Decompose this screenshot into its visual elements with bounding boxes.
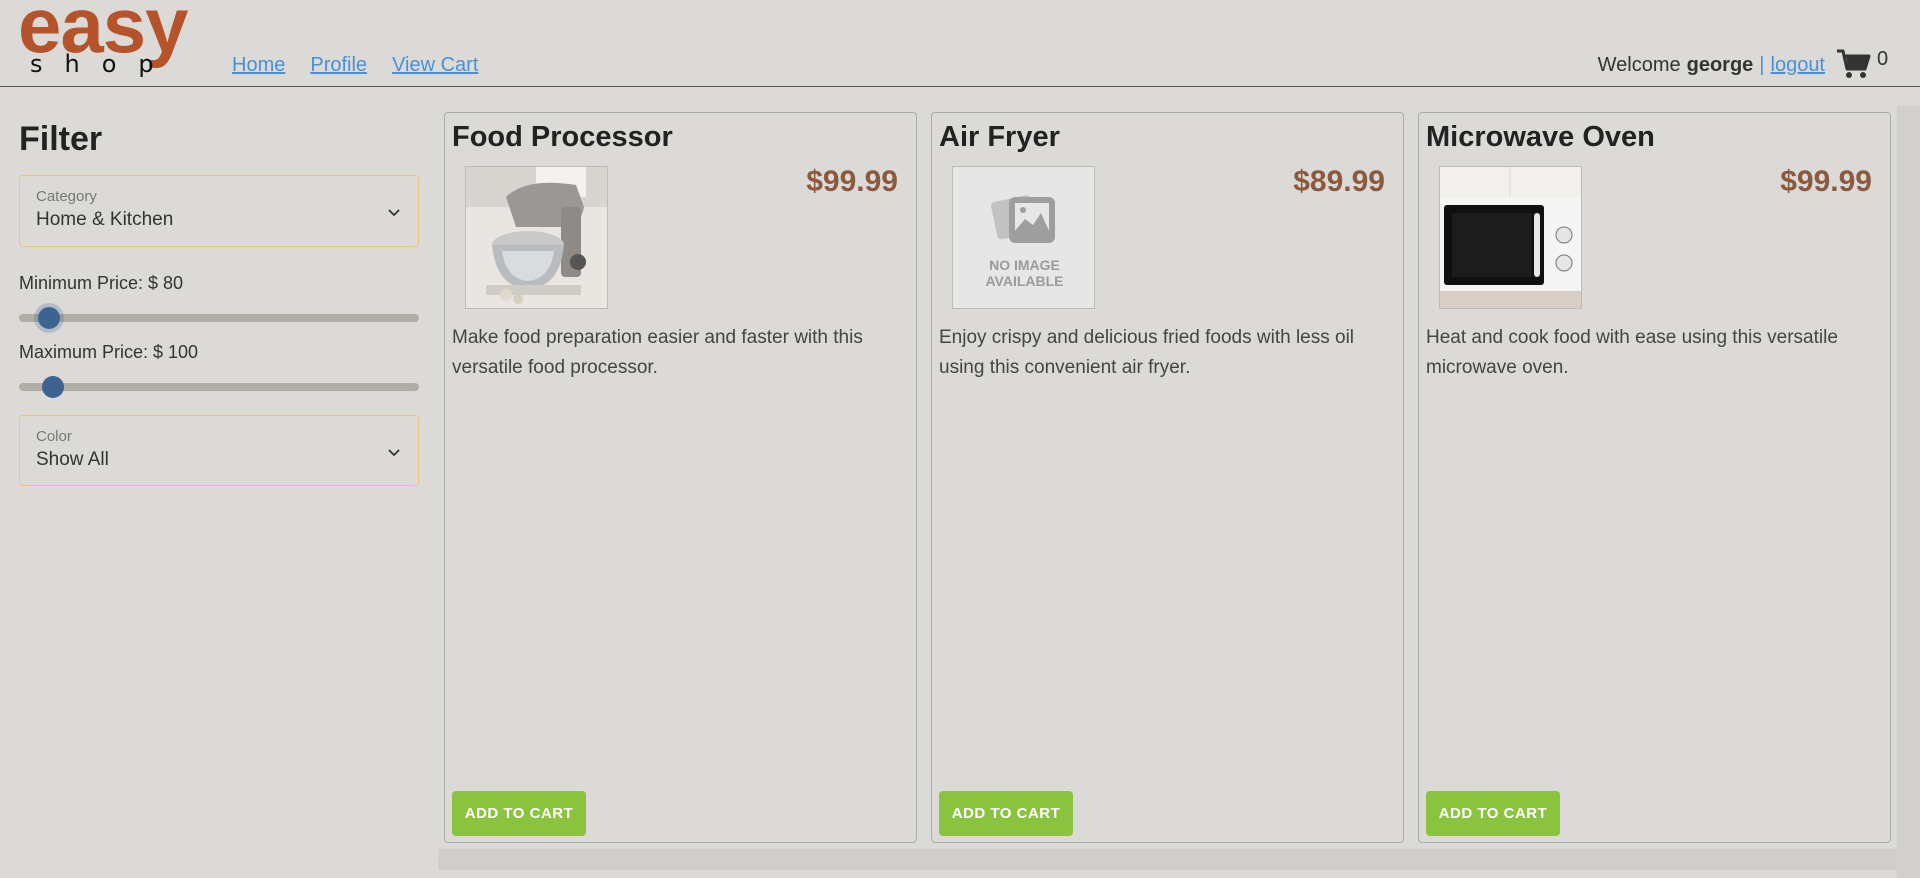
vertical-scrollbar[interactable]	[1897, 106, 1920, 878]
max-price-slider[interactable]	[19, 373, 419, 401]
category-select-label: Category	[36, 188, 97, 205]
product-description: Enjoy crispy and delicious fried foods w…	[939, 327, 1355, 378]
add-to-cart-button[interactable]: ADD TO CART	[1426, 791, 1560, 836]
max-price-slider-track	[19, 383, 419, 391]
filter-panel: Filter Category Home & Kitchen Minimum P…	[19, 120, 419, 486]
category-select-value: Home & Kitchen	[36, 209, 174, 230]
max-price-slider-thumb[interactable]	[42, 376, 64, 398]
min-price-slider-track	[19, 314, 419, 322]
microwave-oven-image[interactable]	[1439, 166, 1582, 309]
product-description: Heat and cook food with ease using this …	[1426, 327, 1838, 378]
site-header: easy shop Home Profile View Cart Welcome…	[0, 0, 1920, 87]
chevron-down-icon	[388, 449, 400, 457]
product-card: Food Processor $99.99 Make food preparat…	[444, 112, 917, 843]
nav-profile-link[interactable]: Profile	[310, 54, 367, 77]
username: george	[1686, 54, 1754, 76]
product-name: Food Processor	[452, 121, 673, 153]
nav-view-cart-link[interactable]: View Cart	[392, 54, 478, 77]
easy-shop-logo[interactable]: easy shop	[18, 0, 208, 84]
product-price: $99.99	[1780, 165, 1872, 198]
color-select[interactable]: Color Show All	[19, 415, 419, 486]
max-price-label: Maximum Price: $ 100	[19, 342, 199, 362]
color-select-label: Color	[36, 428, 72, 445]
main-nav: Home Profile View Cart	[232, 54, 478, 77]
add-to-cart-button[interactable]: ADD TO CART	[939, 791, 1073, 836]
min-price-slider[interactable]	[19, 304, 419, 332]
product-name: Air Fryer	[939, 121, 1060, 153]
min-price-slider-thumb[interactable]	[38, 307, 60, 329]
category-select[interactable]: Category Home & Kitchen	[19, 175, 419, 247]
product-price: $89.99	[1293, 165, 1385, 198]
product-card: Microwave Oven $99.99 Heat and cook food…	[1418, 112, 1891, 843]
chevron-down-icon	[388, 209, 400, 217]
color-select-value: Show All	[36, 449, 109, 470]
product-description: Make food preparation easier and faster …	[452, 327, 863, 378]
horizontal-scrollbar[interactable]	[438, 849, 1897, 870]
min-price-label: Minimum Price: $ 80	[19, 273, 184, 293]
no-image-text-line1: NO IMAGE	[989, 257, 1060, 273]
filter-title: Filter	[19, 120, 103, 158]
cart-count-badge: 0	[1877, 48, 1889, 70]
add-to-cart-button[interactable]: ADD TO CART	[452, 791, 586, 836]
product-name: Microwave Oven	[1426, 121, 1655, 153]
welcome-prefix: Welcome	[1597, 54, 1681, 76]
nav-home-link[interactable]: Home	[232, 54, 285, 77]
logo-text-shop: shop	[30, 50, 176, 78]
welcome-message: Welcome george | logout	[1598, 54, 1825, 77]
no-image-text-line2: AVAILABLE	[985, 273, 1064, 289]
product-price: $99.99	[806, 165, 898, 198]
food-processor-image[interactable]	[465, 166, 608, 309]
no-image-placeholder[interactable]: NO IMAGE AVAILABLE	[952, 166, 1095, 309]
welcome-separator: |	[1759, 54, 1765, 76]
shopping-cart-icon[interactable]	[1836, 48, 1872, 80]
product-card: Air Fryer NO IMAGE AVAILABLE $89.99 Enjo…	[931, 112, 1404, 843]
logout-link[interactable]: logout	[1771, 54, 1826, 77]
